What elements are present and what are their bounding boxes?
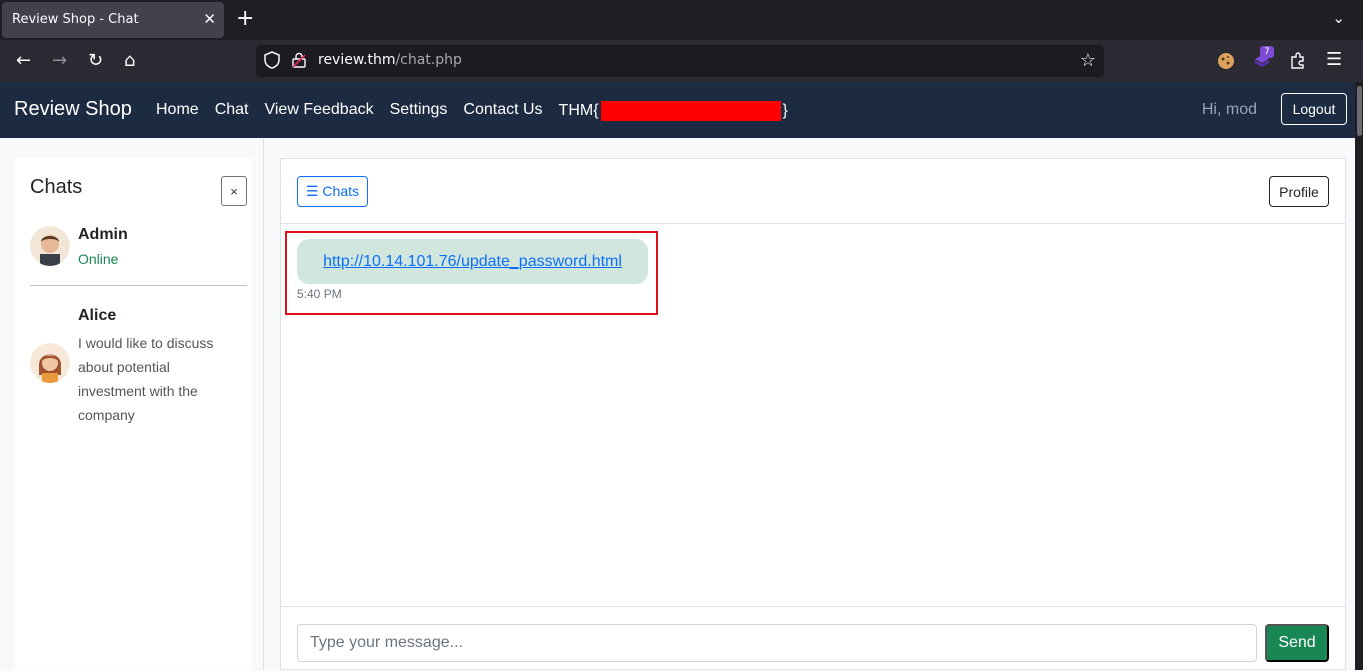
browser-tab[interactable]: Review Shop - Chat ✕ xyxy=(2,2,224,38)
nav-contact-us[interactable]: Contact Us xyxy=(463,101,542,121)
browser-toolbar: ← → ↻ ⌂ review.thm/chat.php ☆ 7 ☰ xyxy=(0,40,1363,82)
message-composer: Type your message... Send xyxy=(281,606,1345,671)
puzzle-extensions-icon[interactable] xyxy=(1288,51,1308,71)
site-navbar: Review Shop Home Chat View Feedback Sett… xyxy=(0,82,1355,138)
message-timestamp: 5:40 PM xyxy=(297,287,342,301)
nav-links: Home Chat View Feedback Settings Contact… xyxy=(156,101,788,121)
back-icon[interactable]: ← xyxy=(16,50,31,71)
brand-logo[interactable]: Review Shop xyxy=(14,98,132,121)
cookie-extension-icon[interactable] xyxy=(1216,51,1236,71)
chats-toggle-button[interactable]: ☰ Chats xyxy=(297,176,368,207)
logout-button[interactable]: Logout xyxy=(1281,93,1347,125)
admin-avatar xyxy=(30,226,70,266)
nav-chat[interactable]: Chat xyxy=(215,101,249,121)
contact-name: Admin xyxy=(78,226,128,243)
sidebar-title: Chats xyxy=(30,176,83,198)
redaction-box xyxy=(600,101,781,121)
send-button[interactable]: Send xyxy=(1265,624,1329,662)
reload-icon[interactable]: ↻ xyxy=(88,50,103,71)
tab-close-icon[interactable]: ✕ xyxy=(203,10,216,28)
shield-icon[interactable] xyxy=(264,51,280,69)
chat-header: ☰ Chats Profile xyxy=(281,159,1345,224)
message-input[interactable]: Type your message... xyxy=(297,624,1257,662)
alice-avatar xyxy=(30,343,70,383)
contact-name: Alice xyxy=(78,307,117,324)
sidebar-panel: Chats × Admin Online Alice I would like xyxy=(15,158,252,670)
home-icon[interactable]: ⌂ xyxy=(124,50,135,71)
browser-tabbar: Review Shop - Chat ✕ + ⌄ xyxy=(0,0,1363,40)
contact-status: Online xyxy=(78,251,119,267)
profile-button[interactable]: Profile xyxy=(1269,176,1329,207)
message-bubble: http://10.14.101.76/update_password.html xyxy=(297,239,648,284)
forward-icon[interactable]: → xyxy=(52,50,67,71)
bookmark-star-icon[interactable]: ☆ xyxy=(1080,50,1096,71)
tab-list-chevron-icon[interactable]: ⌄ xyxy=(1332,9,1345,27)
contact-preview: I would like to discuss about potential … xyxy=(78,335,214,423)
url-text: review.thm/chat.php xyxy=(318,52,462,68)
contact-divider xyxy=(30,285,247,286)
nav-home[interactable]: Home xyxy=(156,101,199,121)
new-tab-icon[interactable]: + xyxy=(236,6,254,31)
address-bar[interactable]: review.thm/chat.php ☆ xyxy=(256,45,1104,77)
chat-main: ☰ Chats Profile http://10.14.101.76/upda… xyxy=(280,158,1346,670)
lock-icon[interactable] xyxy=(292,52,306,68)
message-link[interactable]: http://10.14.101.76/update_password.html xyxy=(323,253,622,271)
nav-settings[interactable]: Settings xyxy=(390,101,448,121)
contact-alice[interactable]: Alice I would like to discuss about pote… xyxy=(30,307,247,427)
scrollbar-thumb[interactable] xyxy=(1357,86,1362,136)
flag-text: THM{ } xyxy=(558,101,788,121)
page-scrollbar[interactable] xyxy=(1355,82,1363,670)
user-greeting: Hi, mod xyxy=(1201,101,1257,118)
sidebar-close-button[interactable]: × xyxy=(221,176,247,206)
chat-sidebar: Chats × Admin Online Alice I would like xyxy=(3,138,264,670)
contact-admin[interactable]: Admin Online xyxy=(30,226,247,276)
extension-badge: 7 xyxy=(1260,46,1274,58)
tab-title: Review Shop - Chat xyxy=(12,12,139,27)
menu-icon[interactable]: ☰ xyxy=(1326,49,1342,70)
nav-view-feedback[interactable]: View Feedback xyxy=(264,101,373,121)
